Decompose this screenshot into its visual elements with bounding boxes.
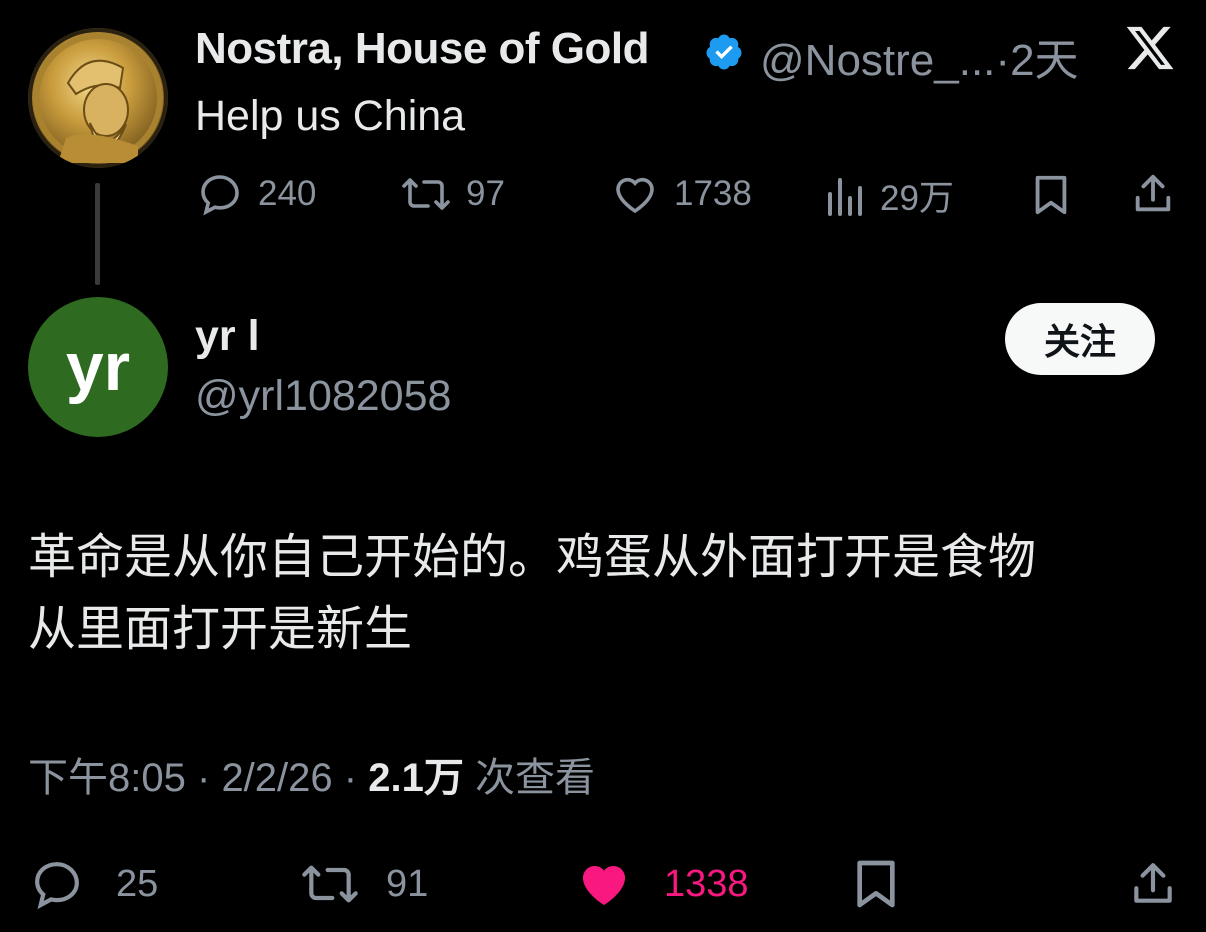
like-icon-filled: [582, 866, 626, 905]
tweet-meta: 下午8:05 · 2/2/26 · 2.1万 次查看: [28, 745, 595, 803]
parent-time[interactable]: 2天: [1010, 36, 1078, 85]
parent-views-count: 29万: [880, 179, 954, 218]
reply-author-name[interactable]: yr l: [195, 312, 260, 361]
parent-reply-stat[interactable]: 240: [196, 170, 316, 218]
retweet-icon: [302, 865, 358, 903]
parent-retweet-count: 97: [466, 174, 505, 213]
reply-text-line-1: 革命是从你自己开始的。鸡蛋从外面打开是食物: [28, 531, 1037, 584]
reply-icon: [201, 175, 239, 216]
meta-dot: ·: [343, 756, 358, 800]
reply-like-stat[interactable]: 1338: [574, 856, 749, 912]
parent-like-count: 1738: [674, 174, 752, 213]
reply-tweet-text: 革命是从你自己开始的。鸡蛋从外面打开是食物 从里面打开是新生: [28, 522, 1188, 666]
parent-reply-count: 240: [258, 174, 317, 213]
reply-text-line-2: 从里面打开是新生: [28, 603, 413, 656]
views-count: 2.1万: [368, 756, 464, 800]
parent-like-stat[interactable]: 1738: [610, 170, 752, 218]
reply-reply-count: 25: [116, 862, 159, 905]
x-logo-icon[interactable]: [1124, 22, 1176, 74]
parent-handle-time[interactable]: @Nostre_...·2天: [760, 24, 1079, 88]
share-icon[interactable]: [1130, 170, 1176, 218]
reply-handle[interactable]: @yrl1082058: [195, 372, 451, 421]
reply-retweet-stat[interactable]: 91: [298, 856, 428, 912]
reply-like-count: 1338: [664, 862, 749, 905]
gold-portrait-icon: [33, 33, 163, 163]
tweet-time[interactable]: 下午8:05: [28, 756, 186, 800]
views-label: 次查看: [474, 756, 595, 800]
verified-badge-icon: [706, 34, 742, 70]
views-icon: [828, 177, 862, 216]
follow-button[interactable]: 关注: [1005, 303, 1155, 375]
meta-dot: ·: [196, 756, 211, 800]
bookmark-icon[interactable]: [852, 856, 900, 912]
avatar-letters: yr: [65, 329, 131, 405]
like-icon: [616, 177, 654, 214]
parent-tweet-text: Help us China: [195, 92, 466, 140]
retweet-icon: [402, 178, 450, 210]
parent-avatar[interactable]: [28, 28, 168, 168]
separator: ·: [995, 36, 1011, 85]
bookmark-icon[interactable]: [1030, 172, 1072, 218]
reply-reply-stat[interactable]: 25: [28, 856, 158, 912]
parent-author-name[interactable]: Nostra, House of Gold: [195, 24, 649, 74]
parent-retweet-stat[interactable]: 97: [400, 170, 505, 218]
reply-retweet-count: 91: [386, 862, 429, 905]
share-icon[interactable]: [1128, 856, 1178, 912]
reply-icon: [35, 862, 79, 910]
thread-line: [95, 183, 100, 285]
reply-avatar[interactable]: yr: [28, 297, 168, 437]
tweet-date[interactable]: 2/2/26: [221, 756, 332, 800]
parent-handle[interactable]: @Nostre_...: [760, 36, 995, 85]
parent-views-stat[interactable]: 29万: [822, 170, 954, 221]
